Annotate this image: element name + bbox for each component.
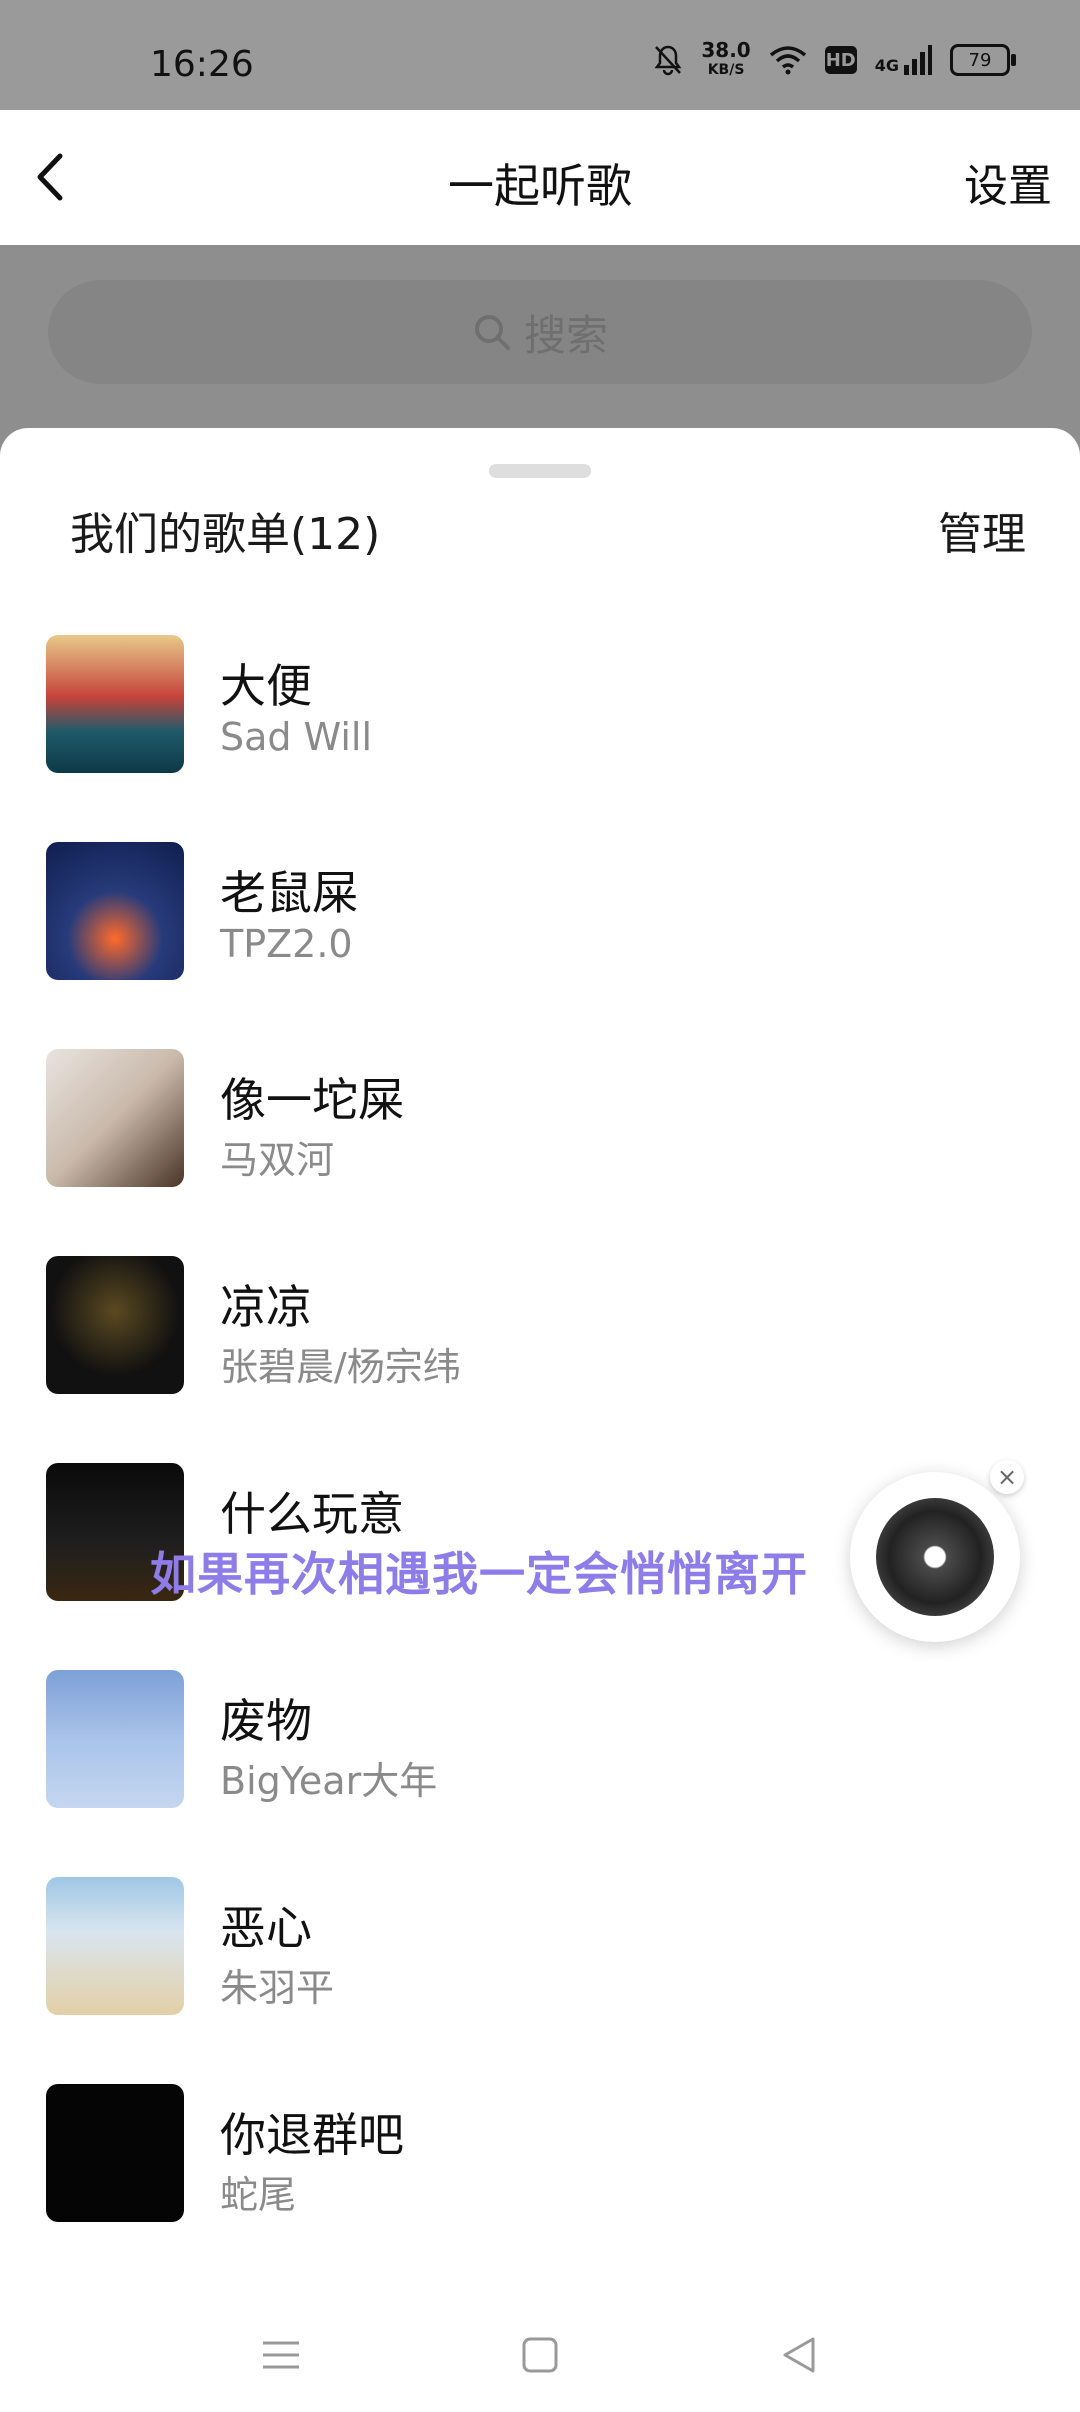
playlist-sheet: 我们的歌单(12) 管理 大便 Sad Will 老鼠屎 TPZ2.0 像一坨屎… <box>0 428 1080 2412</box>
song-artist: BigYear大年 <box>220 1759 438 1803</box>
song-artist: 马双河 <box>220 1138 335 1182</box>
battery-indicator: 79 <box>950 44 1016 76</box>
song-item[interactable]: 凉凉 张碧晨/杨宗纬 <box>0 1256 1080 1463</box>
wifi-icon <box>769 46 806 75</box>
song-title: 像一坨屎 <box>220 1073 404 1127</box>
song-item[interactable]: 恶心 朱羽平 <box>0 1877 1080 2084</box>
search-placeholder: 搜索 <box>523 310 608 360</box>
manage-button[interactable]: 管理 <box>938 498 1026 562</box>
back-triangle-icon <box>783 2337 815 2373</box>
net-speed-unit: KB/S <box>707 62 745 78</box>
song-artist: 蛇尾 <box>220 2173 297 2217</box>
song-artist: TPZ2.0 <box>220 922 353 966</box>
settings-button[interactable]: 设置 <box>964 150 1052 214</box>
menu-icon <box>263 2341 299 2369</box>
search-icon <box>474 315 510 350</box>
search-bar[interactable]: 搜索 <box>48 280 1032 384</box>
album-cover <box>46 635 184 773</box>
playlist-title: 我们的歌单(12) <box>70 509 381 560</box>
floating-lyric: 如果再次相遇我一定会悄悄离开 <box>150 1547 808 1601</box>
album-cover <box>46 1670 184 1808</box>
status-time: 16:26 <box>150 44 254 85</box>
signal-label: 4G <box>874 56 899 75</box>
song-title: 恶心 <box>220 1901 312 1955</box>
page-title: 一起听歌 <box>448 159 632 213</box>
song-item[interactable]: 废物 BigYear大年 <box>0 1670 1080 1877</box>
album-cover <box>46 1256 184 1394</box>
song-item[interactable]: 老鼠屎 TPZ2.0 <box>0 842 1080 1049</box>
song-list: 大便 Sad Will 老鼠屎 TPZ2.0 像一坨屎 马双河 凉凉 张碧晨/杨… <box>0 635 1080 2291</box>
vinyl-disc-icon <box>876 1498 994 1616</box>
song-item[interactable]: 大便 Sad Will <box>0 635 1080 842</box>
status-bar: 16:26 38.0 KB/S HD 4G 79 <box>0 0 1080 110</box>
close-floating-player-button[interactable]: × <box>990 1460 1024 1494</box>
signal-bars-icon <box>904 45 932 75</box>
album-cover <box>46 1049 184 1187</box>
album-cover <box>46 1877 184 2015</box>
floating-player[interactable] <box>850 1472 1020 1642</box>
song-title: 你退群吧 <box>220 2108 404 2162</box>
album-cover <box>46 2084 184 2222</box>
nav-home-button[interactable] <box>515 2330 565 2380</box>
song-artist: Sad Will <box>220 715 373 759</box>
system-nav-bar <box>0 2300 1080 2412</box>
song-artist: 朱羽平 <box>220 1966 335 2010</box>
song-title: 老鼠屎 <box>220 866 358 920</box>
home-square-icon <box>522 2337 558 2373</box>
sheet-drag-handle[interactable] <box>489 464 591 478</box>
net-speed: 38.0 KB/S <box>701 40 750 80</box>
song-title: 凉凉 <box>220 1280 312 1334</box>
mute-bell-icon <box>654 45 682 76</box>
app-header: 一起听歌 设置 <box>0 110 1080 245</box>
song-artist: 张碧晨/杨宗纬 <box>220 1345 461 1389</box>
song-title: 废物 <box>220 1694 312 1748</box>
song-title: 什么玩意 <box>220 1487 404 1541</box>
net-speed-value: 38.0 <box>701 38 751 62</box>
signal-indicator: 4G <box>875 45 932 75</box>
song-item[interactable]: 像一坨屎 马双河 <box>0 1049 1080 1256</box>
close-icon: × <box>996 1463 1018 1491</box>
song-title: 大便 <box>220 659 312 713</box>
album-cover <box>46 842 184 980</box>
nav-back-button[interactable] <box>774 2330 824 2380</box>
status-icons: 38.0 KB/S HD 4G 79 <box>653 40 1016 80</box>
song-item[interactable]: 你退群吧 蛇尾 <box>0 2084 1080 2291</box>
hd-badge: HD <box>824 46 857 74</box>
nav-menu-button[interactable] <box>256 2330 306 2380</box>
